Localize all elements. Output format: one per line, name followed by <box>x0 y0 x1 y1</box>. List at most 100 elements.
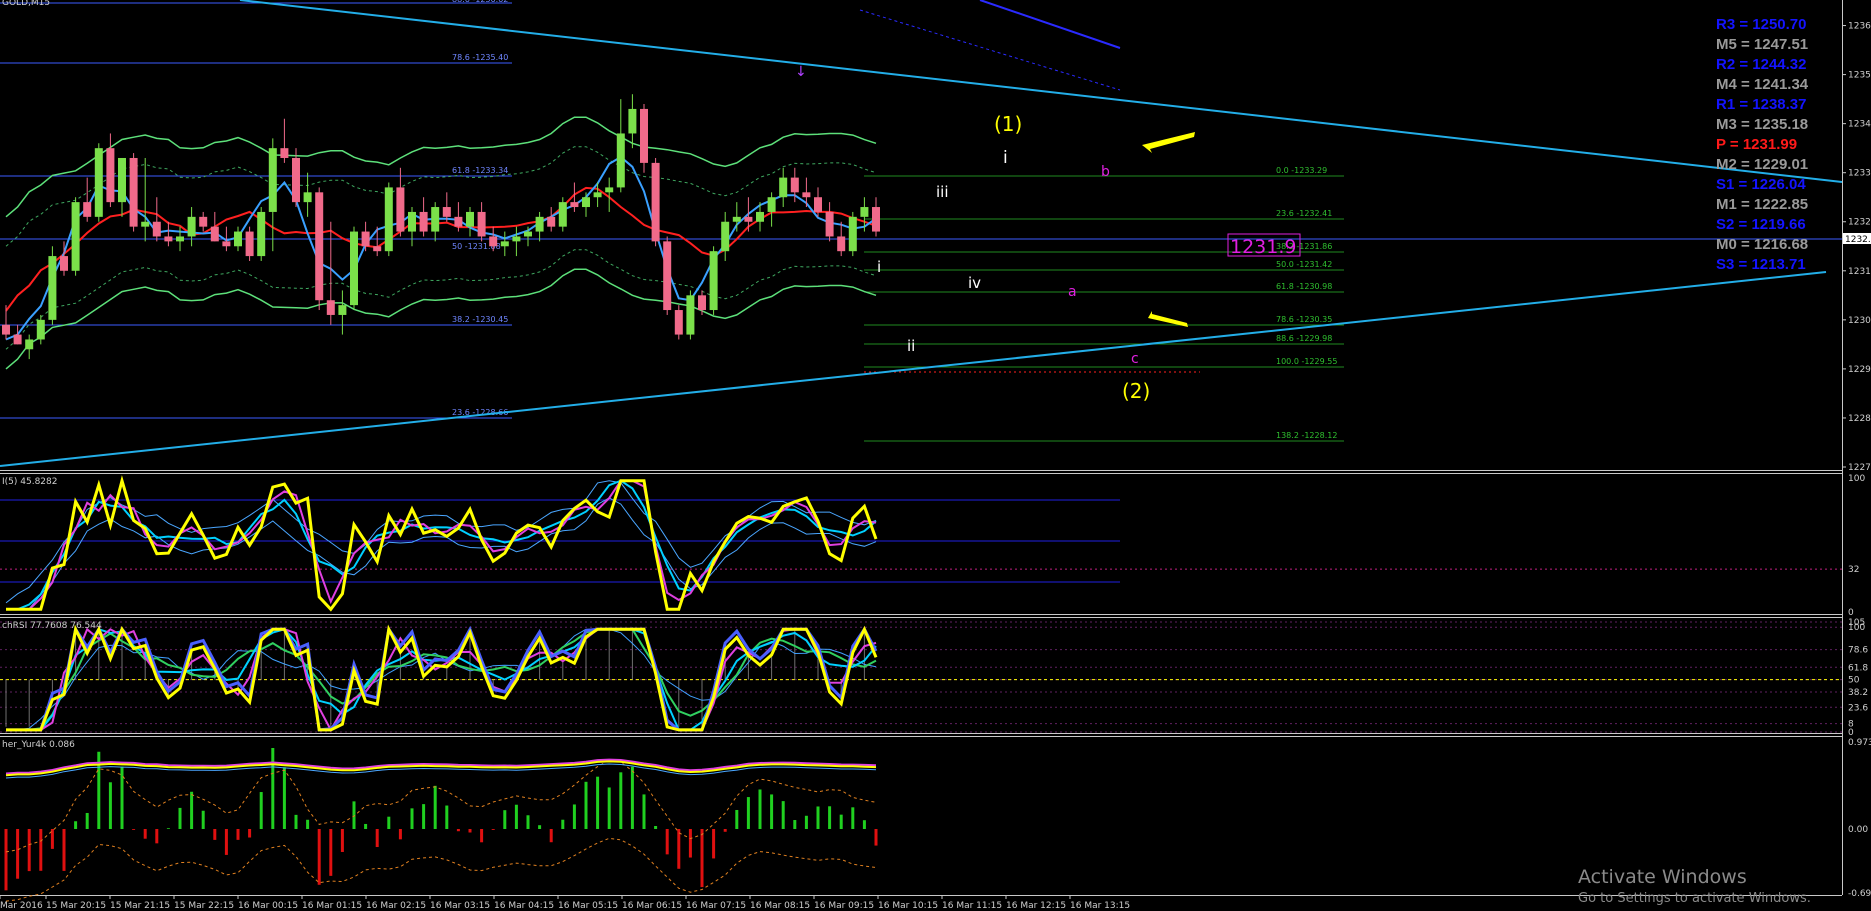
time-tick-label: 16 Mar 03:15 <box>430 901 490 911</box>
candle-body <box>732 216 741 222</box>
candle-body <box>361 231 370 247</box>
candle-body <box>141 221 150 227</box>
candle-body <box>60 256 68 271</box>
candle-body <box>767 197 776 212</box>
candle-body <box>431 207 440 232</box>
candle-body <box>164 236 173 242</box>
candle-body <box>118 157 126 203</box>
candle-body <box>210 226 219 242</box>
candle-body <box>338 305 347 315</box>
price-tick-label: 1234. <box>1848 120 1871 130</box>
candle-body <box>825 211 834 237</box>
fib-right-label: 88.6 -1229.98 <box>1276 334 1332 343</box>
pivot-s1: S1 = 1226.04 <box>1716 176 1806 193</box>
time-tick-label: 16 Mar 13:15 <box>1070 901 1130 911</box>
watermark-line2: Go to Settings to activate Windows. <box>1578 891 1811 906</box>
candle-body <box>384 187 393 252</box>
rsi-axis-label: 0 <box>1848 608 1854 618</box>
pivot-r2: R2 = 1244.32 <box>1716 56 1807 73</box>
watermark-line1: Activate Windows <box>1578 866 1747 888</box>
pivot-r3: R3 = 1250.70 <box>1716 16 1807 33</box>
stochrsi-axis-label: 78.6 <box>1848 646 1868 656</box>
stochrsi-axis-label: 0 <box>1848 728 1854 738</box>
price-tick-label: 1231. <box>1848 267 1871 277</box>
fisher-label: her_Yur4k 0.086 <box>2 740 75 750</box>
candle-body <box>860 207 869 217</box>
fib-right-label: 78.6 -1230.35 <box>1276 315 1332 324</box>
wave-label-iii: iii <box>936 183 949 201</box>
candle-body <box>674 310 683 335</box>
price-tick-label: 1228. <box>1848 414 1871 424</box>
time-tick-label: 16 Mar 11:15 <box>942 901 1002 911</box>
candle-body <box>744 216 753 222</box>
candle-body <box>848 216 857 252</box>
candle-body <box>303 192 312 203</box>
activate-windows-watermark: Activate Windows Go to Settings to activ… <box>1578 866 1811 906</box>
time-tick-label: 16 Mar 05:15 <box>558 901 618 911</box>
candle-body <box>698 295 706 311</box>
pivot-r1: R1 = 1238.37 <box>1716 96 1807 113</box>
trading-chart[interactable]: 78.6 -1235.40 61.8 -1233.34 38.2 -1230.45 2… <box>0 0 1871 911</box>
candle-body <box>36 319 45 340</box>
time-tick-label: 16 Mar 06:15 <box>622 901 682 911</box>
candle-body <box>721 221 730 252</box>
candle-body <box>651 162 660 242</box>
price-tick-label: 1235. <box>1848 71 1871 81</box>
fib-right-label: 23.6 -1232.41 <box>1276 209 1332 218</box>
candle-body <box>616 133 625 188</box>
time-tick-label: 16 Mar 04:15 <box>494 901 554 911</box>
top-marker: ↓ <box>795 64 807 80</box>
candle-body <box>500 241 509 247</box>
wave-label-c: c <box>1131 351 1139 367</box>
candle-body <box>292 157 300 203</box>
stochrsi-axis-label: 23.6 <box>1848 703 1868 713</box>
candle-body <box>454 216 463 227</box>
stochrsi-label: chRSI 77.7608 76.544 <box>2 621 102 631</box>
wave-label-i-top: i <box>1003 148 1008 168</box>
candle-body <box>489 236 498 247</box>
price-tick-label: 1236. <box>1848 22 1871 32</box>
rsi-axis-label: 100 <box>1848 474 1865 484</box>
candle-body <box>477 211 486 237</box>
pivot-m1: M1 = 1222.85 <box>1716 196 1808 213</box>
candle-body <box>48 256 57 320</box>
candle-body <box>558 202 567 227</box>
fib-left-label: 61.8 -1233.34 <box>452 166 508 175</box>
stochrsi-axis-label: 100 <box>1848 623 1865 633</box>
candle-body <box>709 251 718 311</box>
price-tick-label: 1232. <box>1848 218 1871 228</box>
time-tick-label: 16 Mar 00:15 <box>238 901 298 911</box>
time-tick-label: 16 Mar 10:15 <box>878 901 938 911</box>
candle-body <box>628 108 637 134</box>
candle-body <box>83 202 92 217</box>
time-tick-label: 16 Mar 08:15 <box>750 901 810 911</box>
candle-body <box>419 211 428 232</box>
candle-body <box>25 339 34 350</box>
candle-body <box>13 334 22 345</box>
candle-body <box>129 157 138 227</box>
candle-body <box>779 177 788 198</box>
candle-body <box>582 197 590 208</box>
time-tick-label: 16 Mar 07:15 <box>686 901 746 911</box>
candle-body <box>257 211 266 257</box>
stochrsi-axis-label: 38.2 <box>1848 688 1868 698</box>
candle-body <box>350 231 358 306</box>
time-tick-label: 15 Mar 20:15 <box>46 901 106 911</box>
candle-body <box>512 236 521 242</box>
pivot-m3: M3 = 1235.18 <box>1716 116 1808 133</box>
wave-label-i: i <box>877 258 881 276</box>
pivot-m4: M4 = 1241.34 <box>1716 76 1809 93</box>
candle-body <box>152 221 161 237</box>
fib-left-label: 78.6 -1235.40 <box>452 53 508 62</box>
candle-body <box>790 177 799 193</box>
wave-label-1: (1) <box>994 112 1022 136</box>
time-tick-label: 16 Mar 09:15 <box>814 901 874 911</box>
fib-right-label: 138.2 -1228.12 <box>1276 431 1337 440</box>
time-tick-label: Mar 2016 <box>0 901 43 911</box>
candle-body <box>872 207 880 232</box>
price-tick-label: 1230. <box>1848 316 1871 326</box>
candle-body <box>94 148 103 217</box>
fib-left-label: 38.2 -1230.45 <box>452 315 508 324</box>
pivot-p: P = 1231.99 <box>1716 136 1797 153</box>
fisher-axis-label: 0.973 <box>1848 738 1871 748</box>
